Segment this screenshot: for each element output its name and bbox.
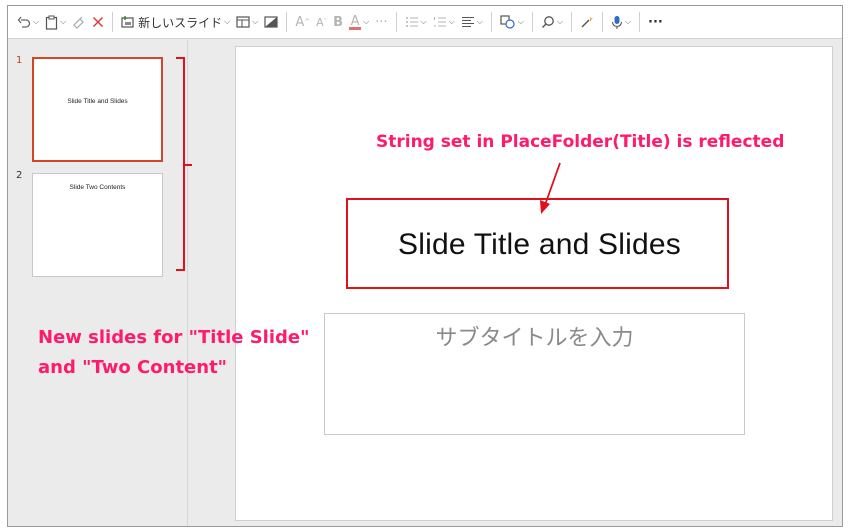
annotation-overlay — [176, 57, 561, 271]
slides-annotation: New slides for "Title Slide" and "Two Co… — [38, 323, 310, 383]
title-annotation: String set in PlaceFolder(Title) is refl… — [376, 132, 785, 152]
bracket — [176, 57, 185, 271]
slides-annotation-line: New slides for "Title Slide" — [38, 327, 310, 348]
arrow-line — [544, 162, 561, 206]
arrow-head — [540, 200, 550, 214]
slides-annotation-line: and "Two Content" — [38, 357, 228, 378]
